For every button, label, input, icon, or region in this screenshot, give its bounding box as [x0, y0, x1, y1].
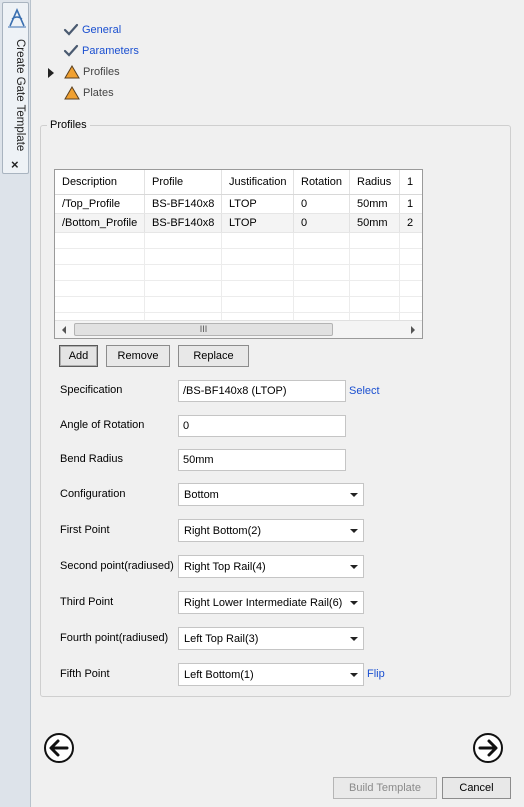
table-cell: /Bottom_Profile [55, 214, 145, 232]
replace-button[interactable]: Replace [178, 345, 249, 367]
table-cell: BS-BF140x8 [145, 195, 222, 213]
bend-radius-field[interactable]: 50mm [178, 449, 346, 471]
scroll-thumb[interactable]: III [74, 323, 333, 336]
select-link[interactable]: Select [349, 385, 380, 397]
current-step-arrow-icon [48, 68, 54, 78]
specification-field[interactable]: /BS-BF140x8 (LTOP) [178, 380, 346, 402]
third-point-label: Third Point [60, 596, 114, 608]
close-icon[interactable]: × [11, 157, 19, 172]
side-tab-strip: Create Gate Template × [0, 0, 31, 807]
chevron-down-icon[interactable] [350, 493, 358, 497]
step-parameters[interactable]: Parameters [63, 42, 139, 60]
table-cell: 50mm [350, 195, 400, 213]
fourth-point-label: Fourth point(radiused) [60, 632, 169, 644]
column-header[interactable]: Justification [222, 170, 294, 194]
fifth-point-label: Fifth Point [60, 668, 110, 680]
select-value: Left Bottom(1) [184, 668, 254, 681]
warning-triangle-icon [64, 86, 80, 100]
table-cell: LTOP [222, 214, 294, 232]
remove-button[interactable]: Remove [106, 345, 170, 367]
select-value: Right Top Rail(4) [184, 560, 266, 573]
step-label: Plates [83, 87, 114, 99]
warning-triangle-icon [64, 65, 80, 79]
third-point-select[interactable]: Right Lower Intermediate Rail(6) [178, 591, 364, 614]
table-cell: 0 [294, 214, 350, 232]
fifth-point-select[interactable]: Left Bottom(1) [178, 663, 364, 686]
table-header: Description Profile Justification Rotati… [55, 170, 422, 195]
horizontal-scrollbar[interactable]: III [55, 320, 422, 338]
select-value: Left Top Rail(3) [184, 632, 259, 645]
step-label: Parameters [82, 45, 139, 57]
next-arrow-icon[interactable] [472, 732, 504, 764]
add-button[interactable]: Add [59, 345, 98, 367]
tab-label: Create Gate Template [14, 39, 26, 152]
step-label: Profiles [83, 66, 120, 78]
configuration-select[interactable]: Bottom [178, 483, 364, 506]
grid-line [399, 233, 400, 320]
checkmark-icon [63, 44, 79, 57]
table-row[interactable]: /Bottom_Profile BS-BF140x8 LTOP 0 50mm 2 [55, 214, 422, 233]
create-gate-template-tab[interactable]: Create Gate Template × [2, 2, 29, 174]
column-header[interactable]: Rotation [294, 170, 350, 194]
step-profiles[interactable]: Profiles [64, 63, 120, 81]
configuration-label: Configuration [60, 488, 126, 500]
empty-row [55, 297, 422, 313]
grid-line [221, 233, 222, 320]
specification-label: Specification [60, 384, 123, 396]
select-value: Right Bottom(2) [184, 524, 262, 537]
column-header[interactable]: Profile [145, 170, 222, 194]
main-panel: General Parameters Profiles Plates Profi… [31, 0, 524, 807]
rotation-label: Angle of Rotation [60, 419, 145, 431]
chevron-down-icon[interactable] [350, 637, 358, 641]
second-point-label: Second point(radiused) [60, 560, 174, 572]
table-cell: 2 [407, 217, 414, 229]
chevron-down-icon[interactable] [350, 529, 358, 533]
grid-line [293, 233, 294, 320]
column-header[interactable]: 1 [400, 170, 422, 194]
table-cell: /Top_Profile [55, 195, 145, 213]
rotation-field[interactable]: 0 [178, 415, 346, 437]
select-value: Bottom [184, 488, 219, 501]
column-header[interactable]: Radius [350, 170, 400, 194]
group-title: Profiles [47, 119, 90, 131]
column-header[interactable]: Description [55, 170, 145, 194]
table-row[interactable]: /Top_Profile BS-BF140x8 LTOP 0 50mm 1 [55, 195, 422, 214]
table-cell: BS-BF140x8 [145, 214, 222, 232]
flip-link[interactable]: Flip [367, 668, 385, 680]
step-plates[interactable]: Plates [64, 84, 114, 102]
chevron-down-icon[interactable] [350, 601, 358, 605]
bend-radius-label: Bend Radius [60, 453, 123, 465]
table-cell: 50mm [350, 214, 400, 232]
empty-row [55, 249, 422, 265]
empty-row [55, 281, 422, 297]
table-cell: 1 [407, 198, 414, 210]
first-point-select[interactable]: Right Bottom(2) [178, 519, 364, 542]
empty-row [55, 233, 422, 249]
scroll-left-icon[interactable] [62, 326, 66, 334]
build-template-button[interactable]: Build Template [333, 777, 437, 799]
fourth-point-select[interactable]: Left Top Rail(3) [178, 627, 364, 650]
scroll-right-icon[interactable] [411, 326, 415, 334]
select-value: Right Lower Intermediate Rail(6) [184, 596, 343, 609]
step-label: General [82, 24, 122, 36]
back-arrow-icon[interactable] [43, 732, 75, 764]
table-cell: LTOP [222, 195, 294, 213]
empty-row [55, 265, 422, 281]
second-point-select[interactable]: Right Top Rail(4) [178, 555, 364, 578]
grid-line [144, 233, 145, 320]
chevron-down-icon[interactable] [350, 565, 358, 569]
step-general[interactable]: General [63, 21, 121, 39]
first-point-label: First Point [60, 524, 110, 536]
profiles-table[interactable]: Description Profile Justification Rotati… [54, 169, 423, 339]
checkmark-icon [63, 23, 79, 36]
grid-line [349, 233, 350, 320]
cancel-button[interactable]: Cancel [442, 777, 511, 799]
table-cell: 0 [294, 195, 350, 213]
chevron-down-icon[interactable] [350, 673, 358, 677]
app-logo-icon [8, 8, 26, 28]
